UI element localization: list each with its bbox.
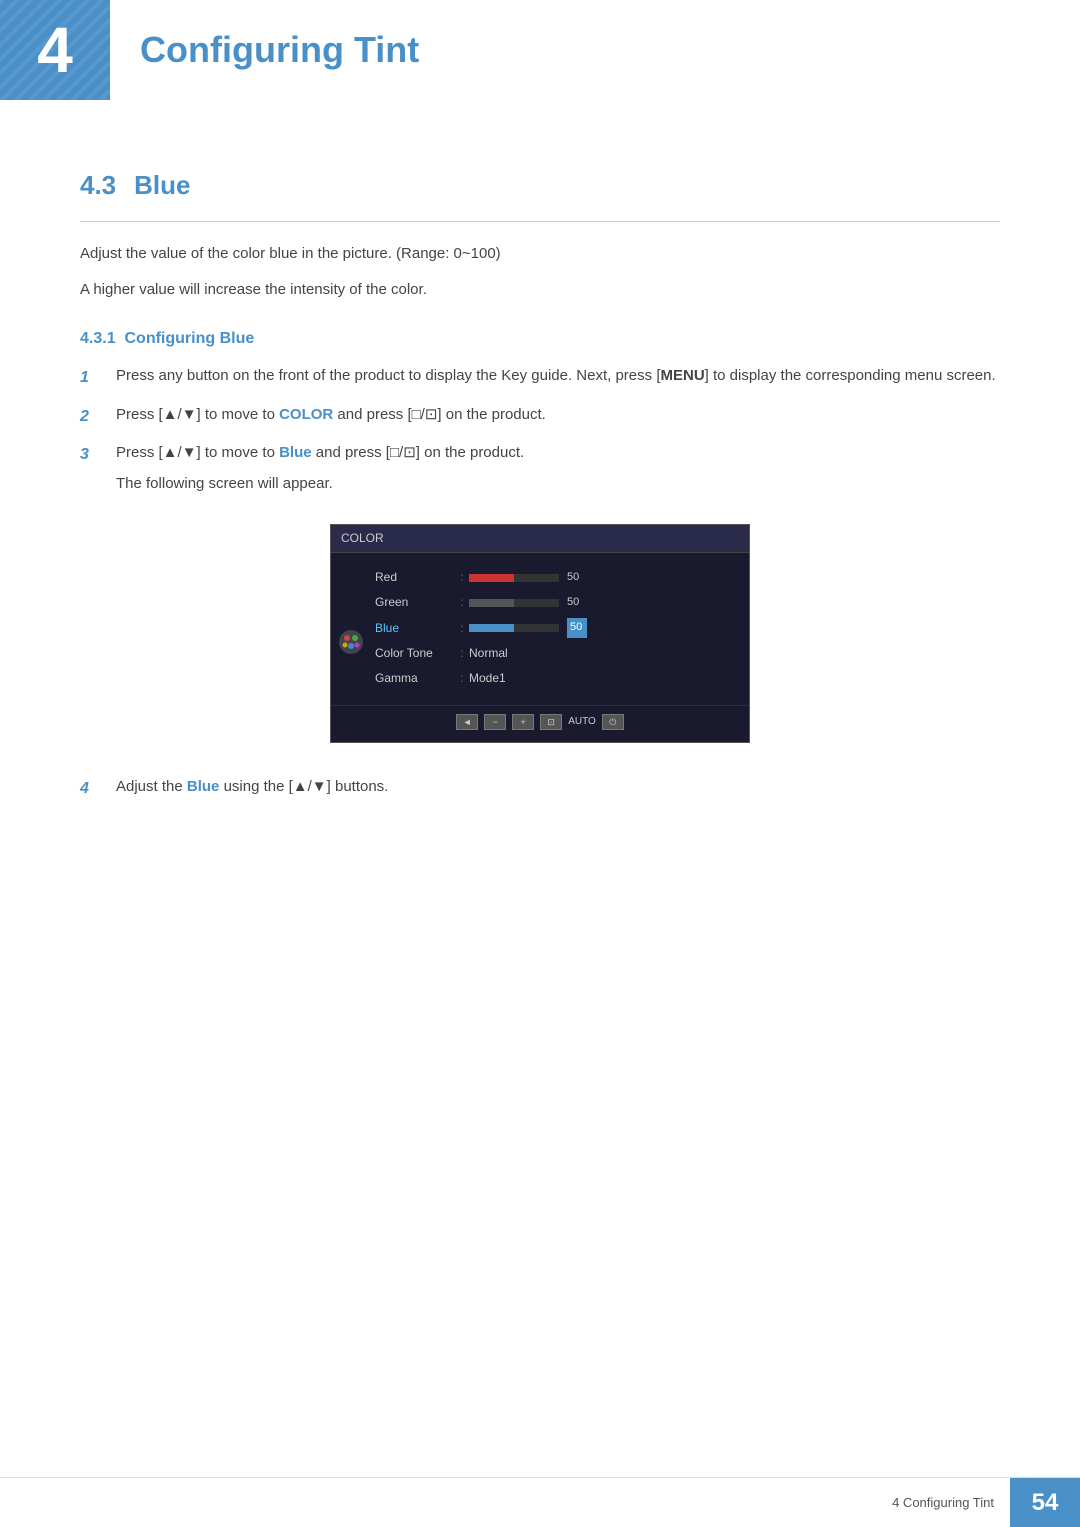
section-divider xyxy=(80,221,1000,222)
osd-item-green: Green : 50 xyxy=(375,590,749,615)
step-3-text: Press [▲/▼] to move to Blue and press [□… xyxy=(116,441,524,465)
osd-bar-red-fill xyxy=(469,574,514,582)
osd-btn-power: ⏻ xyxy=(602,714,624,730)
section-number: 4.3 xyxy=(80,170,116,201)
header-banner: 4 Configuring Tint xyxy=(0,0,1080,100)
screen-note: The following screen will appear. xyxy=(116,472,333,496)
osd-label-gamma: Gamma xyxy=(375,669,455,688)
osd-label-color-tone: Color Tone xyxy=(375,644,455,663)
footer-label: 4 Configuring Tint xyxy=(892,1495,1010,1510)
osd-label-green: Green xyxy=(375,593,455,612)
step-1-text: Press any button on the front of the pro… xyxy=(116,364,1000,388)
osd-icon-col xyxy=(331,565,371,691)
step-2: 2 Press [▲/▼] to move to COLOR and press… xyxy=(80,403,1000,430)
step-4: 4 Adjust the Blue using the [▲/▼] button… xyxy=(80,775,1000,802)
osd-value-red: 50 xyxy=(567,569,587,587)
step-3-number: 3 xyxy=(80,442,104,468)
step-3: 3 Press [▲/▼] to move to Blue and press … xyxy=(80,441,1000,763)
step-1-bold: MENU xyxy=(660,367,704,384)
osd-value-gamma: Mode1 xyxy=(469,669,506,688)
osd-btn-enter: ⊡ xyxy=(540,714,562,730)
osd-bottom-bar: ◄ − + ⊡ AUTO ⏻ xyxy=(331,705,749,730)
osd-btn-plus: + xyxy=(512,714,534,730)
osd-bar-blue-container: 50 xyxy=(469,618,749,638)
step-1: 1 Press any button on the front of the p… xyxy=(80,364,1000,391)
osd-label-red: Red xyxy=(375,568,455,587)
chapter-number: 4 xyxy=(37,13,73,87)
steps-list: 1 Press any button on the front of the p… xyxy=(80,364,1000,802)
section-title: Blue xyxy=(134,170,190,201)
chapter-title-block: Configuring Tint xyxy=(110,0,1080,100)
chapter-number-block: 4 xyxy=(0,0,110,100)
footer-page-number: 54 xyxy=(1010,1478,1080,1527)
step-4-text: Adjust the Blue using the [▲/▼] buttons. xyxy=(116,775,1000,799)
subsection-heading: 4.3.1 Configuring Blue xyxy=(80,330,1000,348)
osd-title-bar: COLOR xyxy=(331,525,749,553)
osd-value-blue: 50 xyxy=(567,618,587,638)
osd-bar-blue-fill xyxy=(469,624,514,632)
step-3-blue-word: Blue xyxy=(279,444,312,461)
osd-body: Red : 50 Green : xyxy=(331,553,749,699)
footer: 4 Configuring Tint 54 xyxy=(0,1477,1080,1527)
osd-bar-red-bg xyxy=(469,574,559,582)
main-content: 4.3 Blue Adjust the value of the color b… xyxy=(0,100,1080,914)
osd-screen: COLOR xyxy=(330,524,750,744)
osd-bar-green-bg xyxy=(469,599,559,607)
osd-value-green: 50 xyxy=(567,594,587,612)
description-2: A higher value will increase the intensi… xyxy=(80,278,1000,302)
osd-item-color-tone: Color Tone : Normal xyxy=(375,641,749,666)
osd-bar-green-container: 50 xyxy=(469,594,749,612)
section-heading: 4.3 Blue xyxy=(80,170,1000,201)
osd-label-blue: Blue xyxy=(375,619,455,638)
palette-icon xyxy=(337,628,365,656)
osd-item-blue: Blue : 50 xyxy=(375,615,749,641)
osd-menu-col: Red : 50 Green : xyxy=(371,565,749,691)
chapter-title: Configuring Tint xyxy=(140,29,419,71)
osd-item-red: Red : 50 xyxy=(375,565,749,590)
osd-auto-label: AUTO xyxy=(568,714,596,730)
osd-bar-blue-bg xyxy=(469,624,559,632)
step-2-text: Press [▲/▼] to move to COLOR and press [… xyxy=(116,403,1000,427)
step-1-number: 1 xyxy=(80,365,104,391)
step-4-number: 4 xyxy=(80,776,104,802)
description-1: Adjust the value of the color blue in th… xyxy=(80,242,1000,266)
osd-value-color-tone: Normal xyxy=(469,644,508,663)
step-2-number: 2 xyxy=(80,404,104,430)
osd-bar-red-container: 50 xyxy=(469,569,749,587)
step-2-color-word: COLOR xyxy=(279,406,333,423)
subsection-title: Configuring Blue xyxy=(124,330,254,347)
subsection-number: 4.3.1 xyxy=(80,330,116,347)
osd-btn-left: ◄ xyxy=(456,714,478,730)
osd-item-gamma: Gamma : Mode1 xyxy=(375,666,749,691)
osd-bar-green-fill xyxy=(469,599,514,607)
osd-btn-minus: − xyxy=(484,714,506,730)
step-4-blue-word: Blue xyxy=(187,778,220,795)
